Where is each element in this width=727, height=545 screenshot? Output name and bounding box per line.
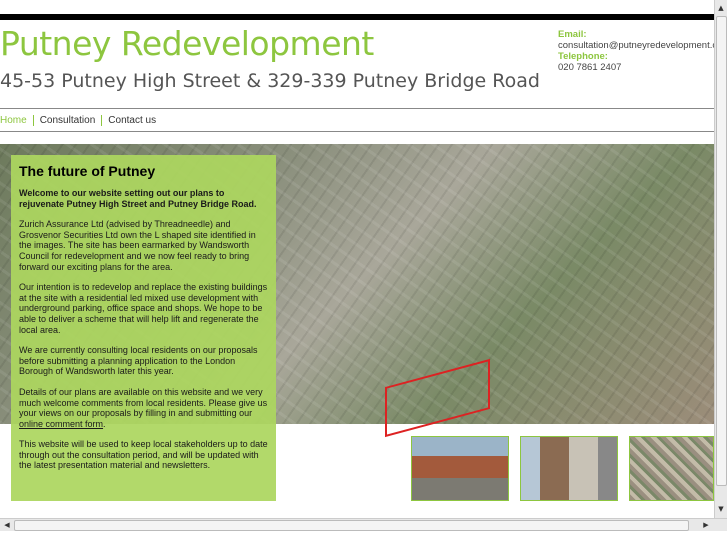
main-nav: Home Consultation Contact us [0,115,162,126]
telephone-label: Telephone: [558,51,608,62]
site-subtitle: 45-53 Putney High Street & 329-339 Putne… [0,70,540,92]
email-label: Email: [558,29,587,40]
nav-contact-us[interactable]: Contact us [101,115,162,126]
paragraph: Our intention is to redevelop and replac… [19,282,268,335]
scroll-down-icon[interactable]: ▼ [715,503,727,515]
thumbnail-image[interactable] [411,436,509,501]
paragraph: We are currently consulting local reside… [19,345,258,377]
divider [0,108,714,109]
divider [0,131,714,132]
site-title: Putney Redevelopment [0,24,374,63]
nav-home[interactable]: Home [0,115,33,126]
horizontal-scrollbar[interactable]: ◀ ▶ [0,518,727,531]
scroll-right-icon[interactable]: ▶ [700,519,712,531]
scroll-left-icon[interactable]: ◀ [1,519,13,531]
page: Putney Redevelopment 45-53 Putney High S… [0,0,714,518]
thumbnail-image[interactable] [629,436,714,501]
paragraph: This website will be used to keep local … [19,439,268,471]
paragraph-text: Details of our plans are available on th… [19,386,268,419]
email-link[interactable]: consultation@putneyredevelopment.co [558,40,714,51]
thumbnail-image[interactable] [520,436,618,501]
contact-info: Email: consultation@putneyredevelopment.… [558,29,714,73]
paragraph: Zurich Assurance Ltd (advised by Threadn… [19,219,256,272]
vertical-scrollbar[interactable]: ▲ ▼ [714,0,727,518]
intro-text: Welcome to our website setting out our p… [19,188,257,209]
site-outline [385,358,490,438]
horizontal-scroll-thumb[interactable] [14,520,689,531]
nav-consultation[interactable]: Consultation [32,115,102,126]
intro-panel: The future of Putney Welcome to our webs… [11,155,276,501]
scroll-up-icon[interactable]: ▲ [715,2,727,14]
top-bar [0,14,714,20]
online-comment-form-link[interactable]: online comment form [19,419,103,429]
paragraph: Details of our plans are available on th… [19,387,268,429]
vertical-scroll-thumb[interactable] [716,16,727,486]
window-bottom [0,531,727,545]
panel-heading: The future of Putney [19,163,156,179]
telephone-number: 020 7861 2407 [558,62,622,73]
paragraph-text: . [103,418,106,429]
